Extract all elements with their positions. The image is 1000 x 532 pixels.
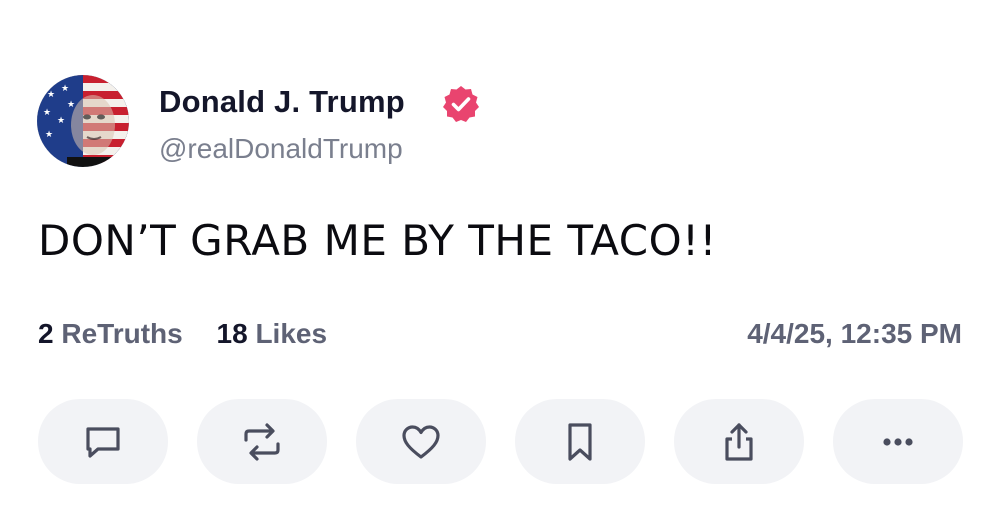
likes-label: Likes xyxy=(255,318,328,349)
display-name[interactable]: Donald J. Trump xyxy=(159,84,405,120)
likes-stat[interactable]: 18 Likes xyxy=(217,318,328,350)
post-timestamp: 4/4/25, 12:35 PM xyxy=(747,318,962,349)
share-icon xyxy=(725,422,753,461)
bookmark-icon xyxy=(568,422,592,461)
share-button[interactable] xyxy=(674,399,804,484)
heart-icon xyxy=(402,424,440,459)
more-icon xyxy=(883,437,913,446)
retruths-label: ReTruths xyxy=(61,318,183,349)
post-stats: 2 ReTruths 18 Likes xyxy=(38,318,353,350)
username-handle[interactable]: @realDonaldTrump xyxy=(159,133,403,165)
retruths-count: 2 xyxy=(38,318,54,349)
verified-badge-icon xyxy=(441,84,481,124)
like-button[interactable] xyxy=(356,399,486,484)
retruth-button[interactable] xyxy=(197,399,327,484)
more-options-button[interactable] xyxy=(833,399,963,484)
flag-portrait-avatar: ★ ★ ★ ★ ★ ★ xyxy=(37,75,129,167)
svg-text:★: ★ xyxy=(61,84,69,94)
comment-icon xyxy=(86,426,120,458)
action-bar xyxy=(38,399,963,484)
svg-text:★: ★ xyxy=(67,100,75,110)
svg-text:★: ★ xyxy=(47,90,55,100)
likes-count: 18 xyxy=(216,318,248,349)
retruths-stat[interactable]: 2 ReTruths xyxy=(38,318,183,350)
post-text: DON’T GRAB ME BY THE TACO!! xyxy=(38,216,717,265)
avatar[interactable]: ★ ★ ★ ★ ★ ★ xyxy=(37,75,129,167)
svg-text:★: ★ xyxy=(45,130,53,140)
svg-text:★: ★ xyxy=(43,108,51,118)
svg-text:★: ★ xyxy=(57,116,65,126)
repost-icon xyxy=(244,422,280,461)
reply-button[interactable] xyxy=(38,399,168,484)
bookmark-button[interactable] xyxy=(515,399,645,484)
